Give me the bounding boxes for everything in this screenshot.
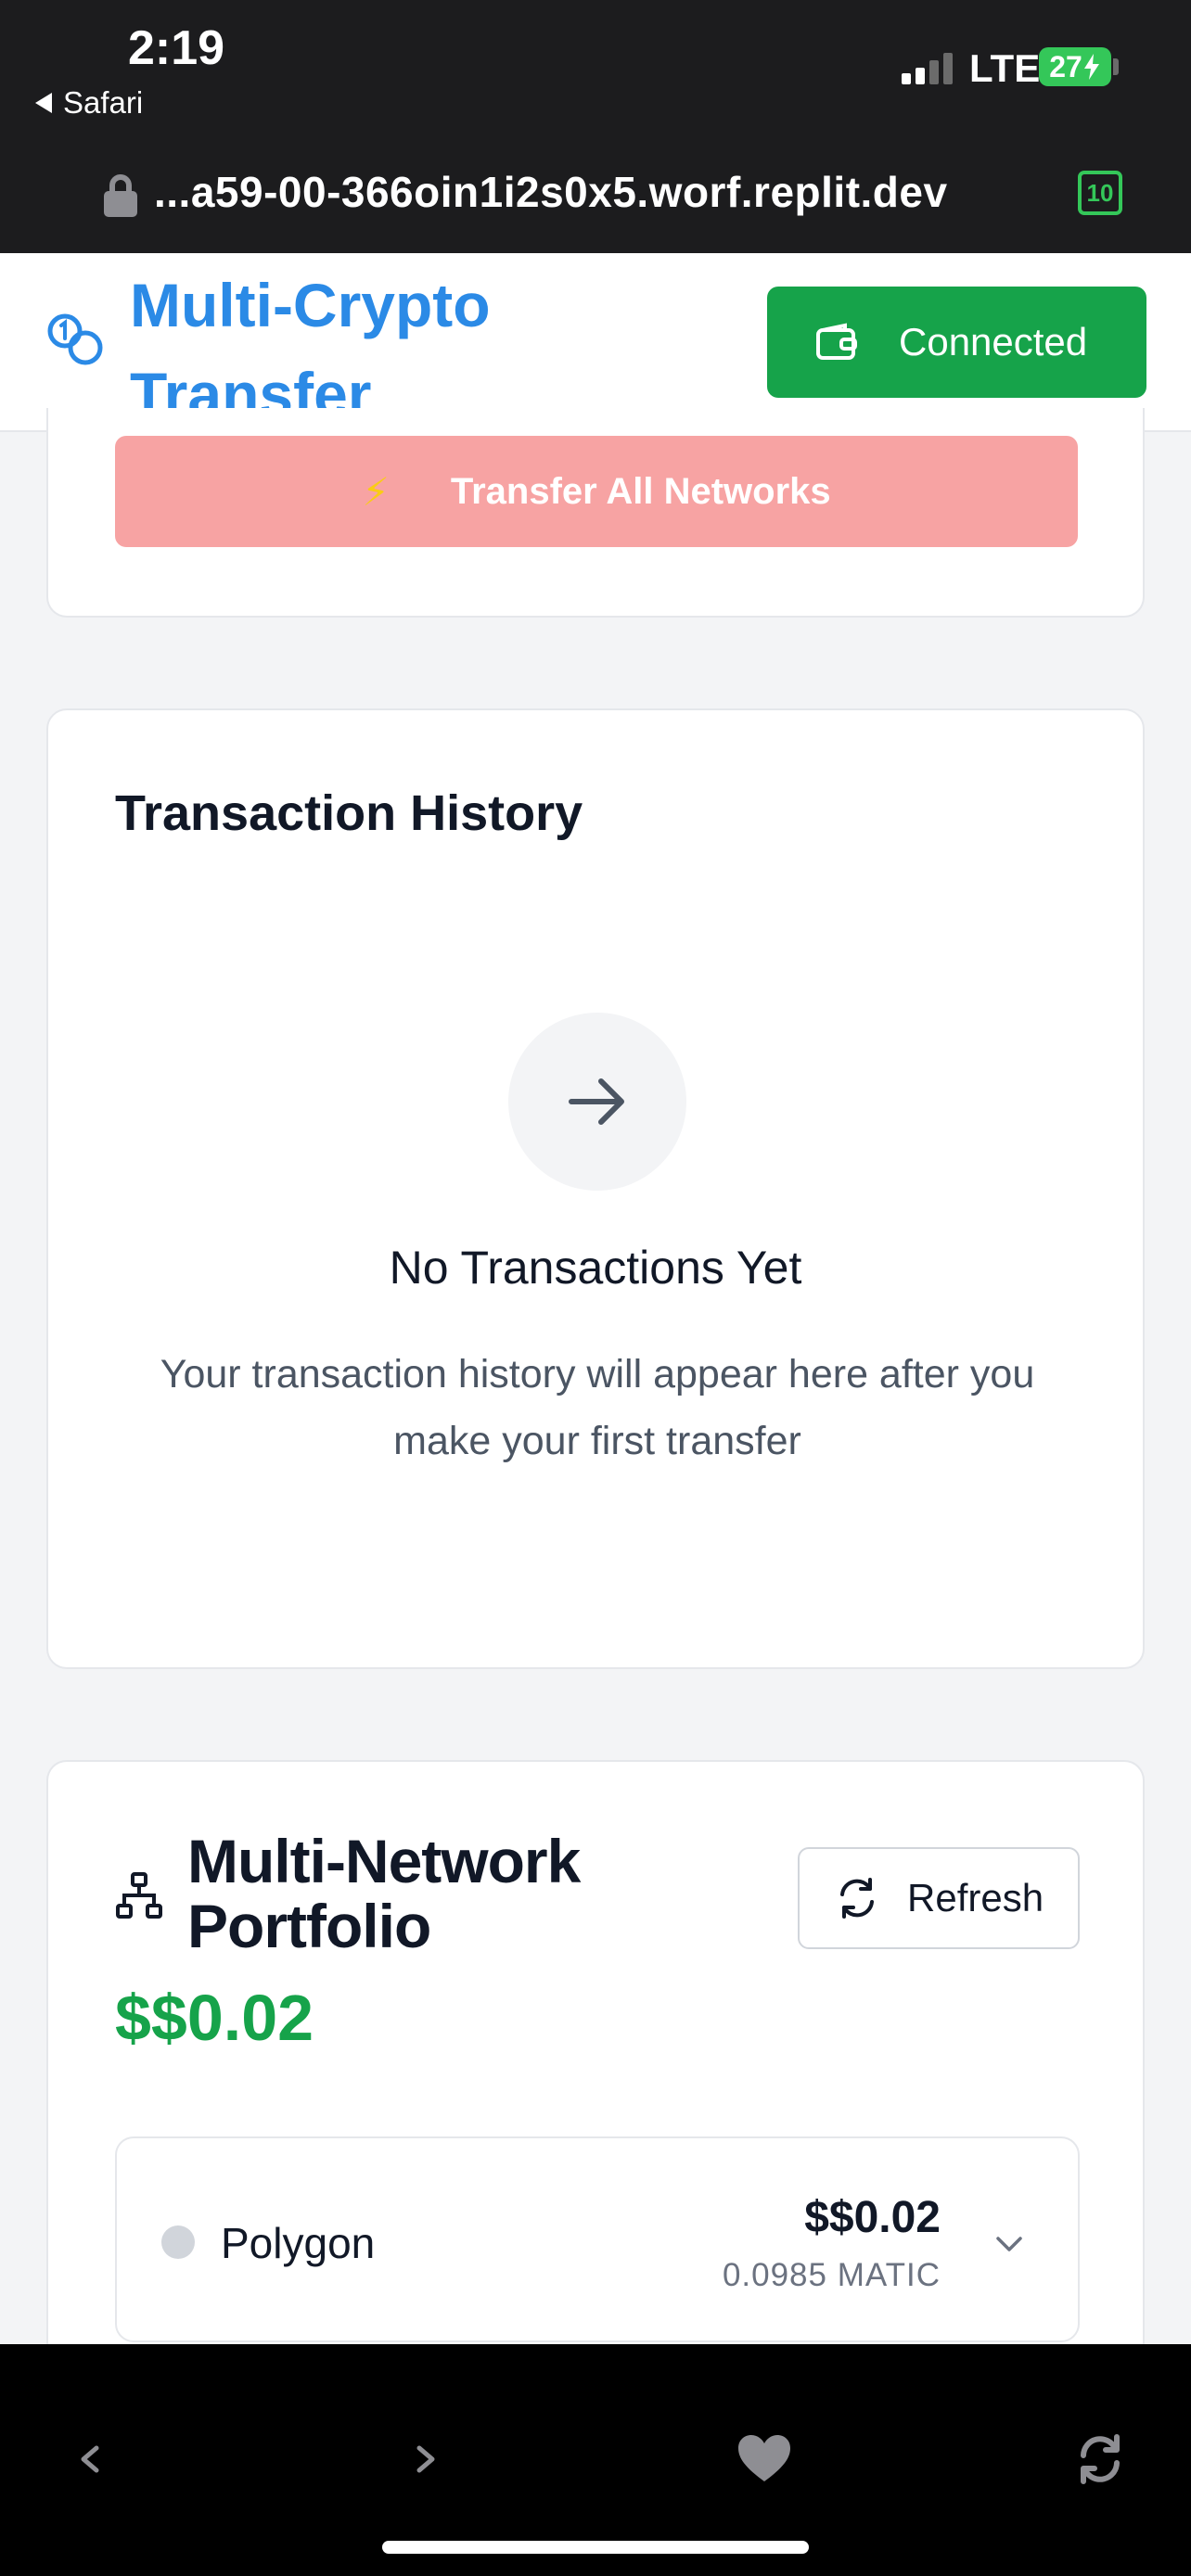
transaction-history-card: Transaction History No Transactions Yet … [46, 708, 1145, 1669]
arrow-right-icon [569, 1078, 624, 1125]
network-status-dot [161, 2225, 195, 2259]
portfolio-title: Multi-Network Portfolio [187, 1827, 581, 1960]
refresh-label: Refresh [907, 1876, 1044, 1919]
network-name: Polygon [221, 2219, 376, 2267]
lightning-icon: ⚡ [362, 469, 390, 514]
history-title: Transaction History [115, 785, 583, 841]
network-usd-value: $$0.02 [804, 2193, 941, 2242]
refresh-button[interactable]: Refresh [798, 1847, 1080, 1949]
battery-cap [1113, 58, 1119, 75]
browser-chrome: 2:19 Safari LTE 27 ...a59-00-366oin1i2s0… [0, 0, 1191, 253]
forward-icon[interactable] [395, 2429, 455, 2489]
wallet-icon [816, 323, 857, 360]
wallet-connect-button[interactable]: Connected [767, 287, 1146, 398]
network-token-amount: 0.0985 MATIC [722, 2257, 941, 2293]
refresh-icon [840, 1878, 874, 1919]
portfolio-card: Multi-Network Portfolio Refresh $$0.02 P… [46, 1760, 1145, 2353]
network-type: LTE [969, 46, 1041, 90]
app-header: Multi-Crypto Transfer Connected [0, 253, 1191, 432]
address-bar[interactable]: ...a59-00-366oin1i2s0x5.worf.replit.dev [154, 167, 948, 217]
status-time: 2:19 [128, 21, 225, 75]
back-app-label: Safari [63, 85, 144, 120]
chevron-down-icon[interactable] [992, 2227, 1026, 2261]
transfer-all-button[interactable]: ⚡ Transfer All Networks [115, 436, 1078, 547]
heart-icon[interactable] [735, 2429, 794, 2489]
battery-indicator: 27 [1039, 47, 1111, 86]
wallet-connect-label: Connected [899, 320, 1088, 363]
empty-state-description: Your transaction history will appear her… [160, 1352, 1035, 1463]
lock-icon [104, 174, 137, 217]
back-triangle-icon [35, 93, 52, 113]
network-icon [116, 1872, 162, 1919]
transfer-card: ⚡ Transfer All Networks [46, 408, 1145, 618]
battery-level: 27 [1049, 49, 1082, 83]
empty-state-badge [508, 1013, 686, 1191]
network-row-polygon[interactable]: Polygon $$0.02 0.0985 MATIC [115, 2136, 1080, 2342]
transfer-all-label: Transfer All Networks [450, 470, 831, 512]
charging-bolt-icon [1083, 54, 1099, 80]
portfolio-total: $$0.02 [115, 1982, 314, 2054]
empty-state-title: No Transactions Yet [389, 1242, 802, 1294]
tab-count-button[interactable]: 10 [1078, 171, 1122, 215]
browser-toolbar [0, 2344, 1191, 2576]
reload-icon[interactable] [1070, 2429, 1130, 2489]
signal-icon [902, 51, 953, 84]
coins-icon [47, 313, 103, 365]
back-to-app-link[interactable]: Safari [35, 85, 143, 121]
back-icon[interactable] [61, 2429, 121, 2489]
home-indicator [382, 2541, 809, 2554]
